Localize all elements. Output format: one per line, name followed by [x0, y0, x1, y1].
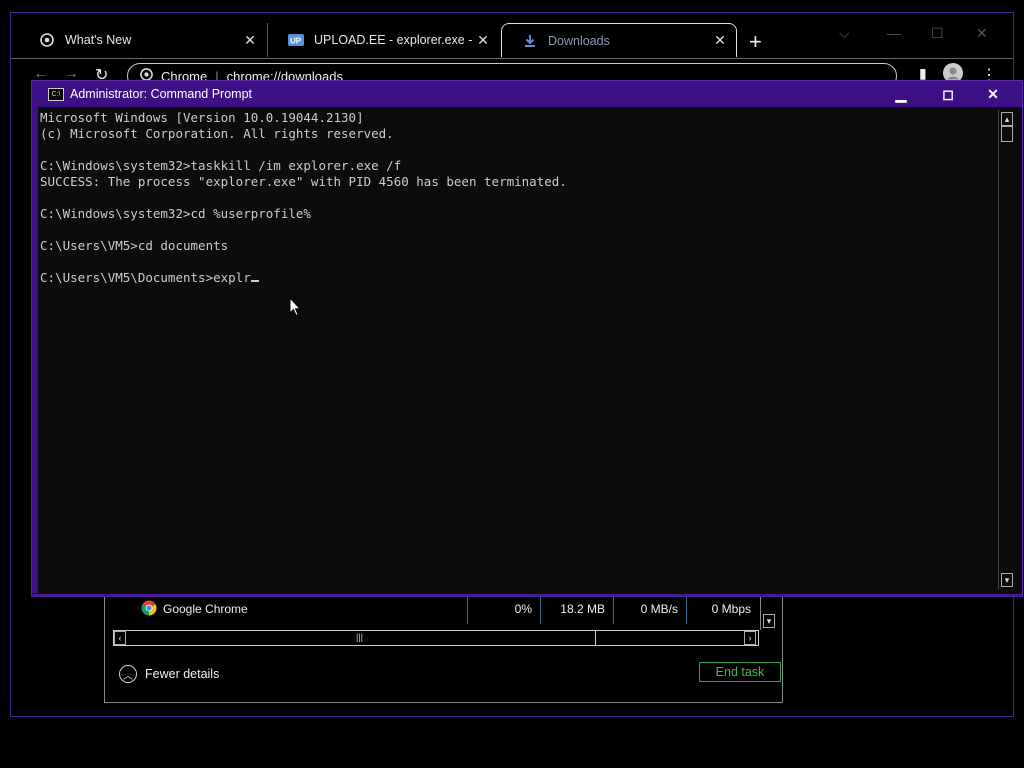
minimize-icon[interactable]: ▁ [878, 81, 924, 107]
tab-strip: What's New ✕ UP UPLOAD.EE - explorer.exe… [11, 13, 1013, 57]
console-line: SUCCESS: The process "explorer.exe" with… [40, 174, 567, 189]
title-bar[interactable]: C:\ Administrator: Command Prompt ▁ ◻ ✕ [32, 81, 1022, 107]
horizontal-scrollbar[interactable]: ‹ ||| › [113, 630, 759, 646]
scroll-down-icon[interactable]: ▾ [1001, 573, 1013, 587]
svg-text:UP: UP [290, 37, 302, 46]
scroll-up-icon[interactable]: ▴ [1001, 112, 1013, 126]
table-row[interactable]: Google Chrome 0% 18.2 MB 0 MB/s 0 Mbps [105, 594, 760, 624]
scroll-thumb-grip[interactable]: ||| [356, 632, 363, 642]
maximize-icon[interactable]: ◻ [925, 81, 971, 107]
window-title: Administrator: Command Prompt [70, 87, 253, 101]
console-line: C:\Windows\system32>cd %userprofile% [40, 206, 311, 221]
minimize-icon[interactable]: — [887, 25, 901, 41]
fewer-details-link[interactable]: Fewer details [145, 667, 219, 681]
scroll-thumb[interactable] [1001, 126, 1013, 142]
process-name-cell: Google Chrome [105, 594, 467, 624]
vertical-scrollbar[interactable]: ▾ [760, 594, 778, 630]
chrome-icon [141, 600, 157, 619]
tab-whats-new[interactable]: What's New ✕ [19, 23, 266, 57]
console-line: C:\Users\VM5>cd documents [40, 238, 229, 253]
upload-ee-icon: UP [288, 32, 304, 48]
close-tab-icon[interactable]: ✕ [473, 32, 493, 49]
close-window-icon[interactable]: ✕ [976, 25, 988, 42]
close-tab-icon[interactable]: ✕ [710, 32, 730, 49]
cmd-icon: C:\ [48, 87, 64, 101]
vertical-scrollbar[interactable]: ▴ ▾ [998, 110, 1015, 590]
task-manager-footer: ︿ Fewer details End task [119, 662, 781, 686]
maximize-icon[interactable]: ☐ [931, 25, 944, 42]
scroll-right-icon[interactable]: › [744, 631, 756, 645]
tab-upload-ee[interactable]: UP UPLOAD.EE - explorer.exe - Dow ✕ [267, 23, 499, 57]
console-line: (c) Microsoft Corporation. All rights re… [40, 126, 394, 141]
command-prompt-window: C:\ Administrator: Command Prompt ▁ ◻ ✕ … [31, 80, 1023, 597]
chrome-icon [39, 32, 55, 48]
cpu-cell: 0% [467, 594, 540, 624]
end-task-button[interactable]: End task [699, 662, 781, 682]
new-tab-icon[interactable]: + [749, 29, 762, 55]
scroll-left-icon[interactable]: ‹ [114, 631, 126, 645]
window-border [32, 107, 38, 593]
scroll-down-icon[interactable]: ▾ [763, 614, 775, 628]
console-input-line[interactable]: C:\Users\VM5\Documents>explr [40, 270, 251, 285]
tab-label: Downloads [548, 33, 610, 48]
tab-search-icon[interactable]: ⌵ [839, 25, 850, 42]
network-cell: 0 Mbps [686, 594, 759, 624]
close-tab-icon[interactable]: ✕ [240, 32, 260, 49]
chevron-up-icon[interactable]: ︿ [119, 665, 137, 683]
tab-downloads[interactable]: Downloads ✕ [501, 23, 737, 57]
close-icon[interactable]: ✕ [970, 81, 1016, 107]
tab-label: UPLOAD.EE - explorer.exe - Dow [314, 33, 473, 47]
process-name: Google Chrome [163, 602, 248, 616]
task-manager-window: Google Chrome 0% 18.2 MB 0 MB/s 0 Mbps ▾… [104, 593, 783, 703]
tab-label: What's New [65, 33, 132, 47]
console-line: C:\Windows\system32>taskkill /im explore… [40, 158, 402, 173]
text-cursor [250, 280, 259, 282]
disk-cell: 0 MB/s [613, 594, 686, 624]
console-line: Microsoft Windows [Version 10.0.19044.21… [40, 110, 364, 125]
memory-cell: 18.2 MB [540, 594, 613, 624]
mouse-pointer-icon [289, 296, 302, 322]
console-output[interactable]: Microsoft Windows [Version 10.0.19044.21… [40, 110, 998, 590]
scroll-thumb-edge [595, 631, 596, 645]
download-icon [522, 33, 538, 49]
